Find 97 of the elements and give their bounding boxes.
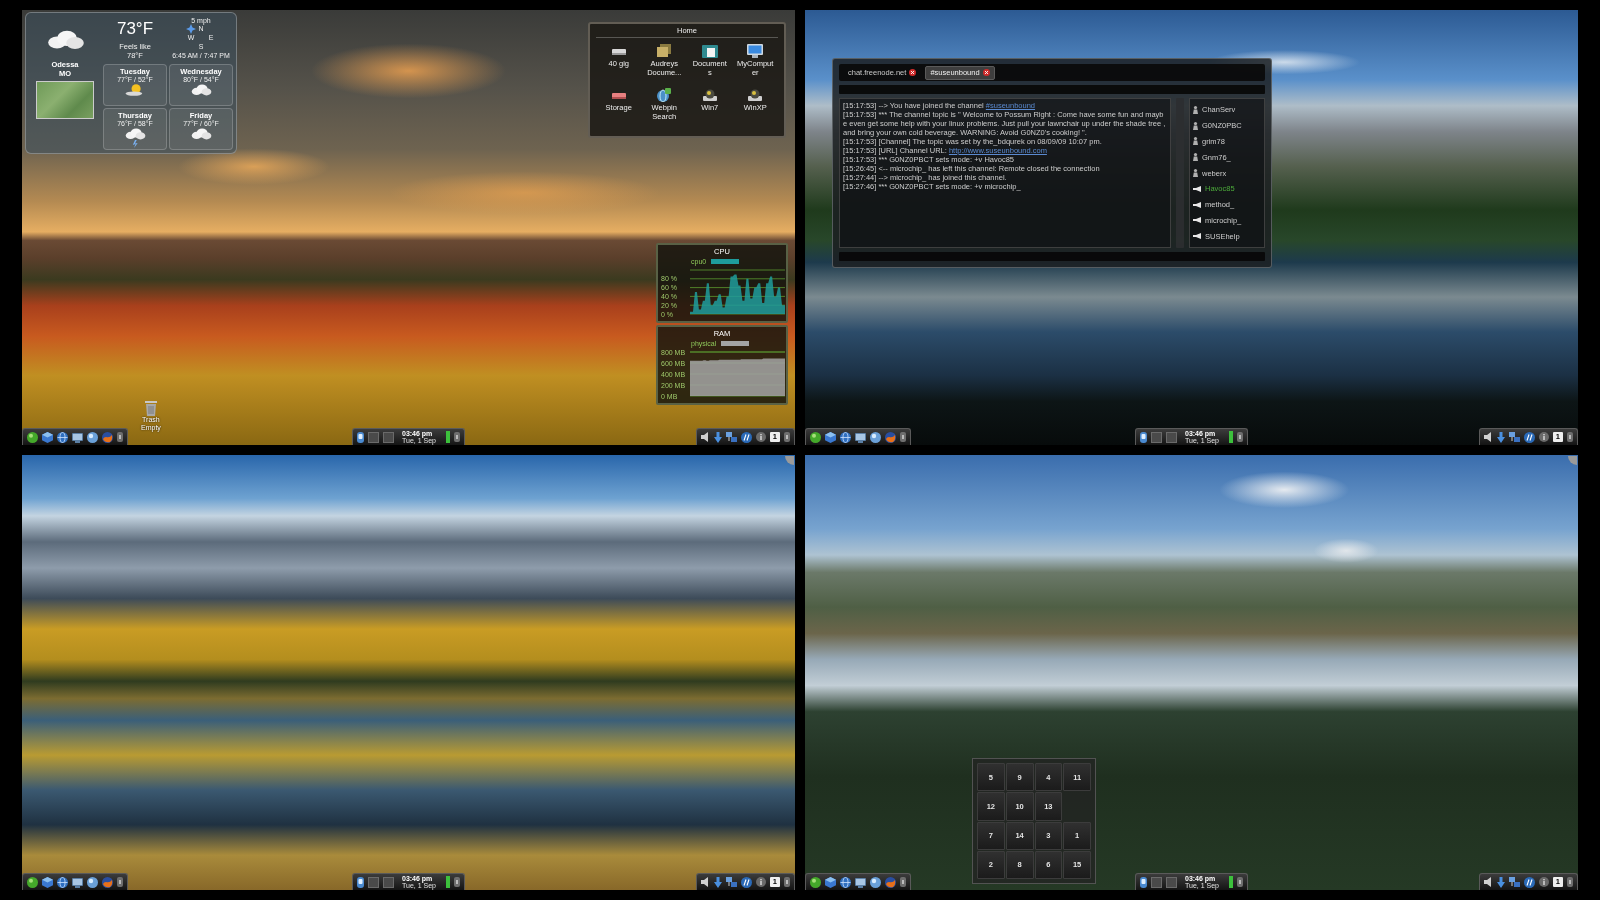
pager-cell[interactable]	[1166, 431, 1177, 443]
legend-swatch-icon	[711, 259, 740, 264]
ball-icon[interactable]	[810, 876, 821, 888]
globe-icon[interactable]	[840, 876, 851, 888]
circle-logo-icon[interactable]	[740, 431, 752, 443]
speaker-icon[interactable]	[700, 432, 710, 442]
drive-icon[interactable]	[747, 88, 764, 102]
megaphone-icon[interactable]	[1193, 233, 1201, 240]
info-icon[interactable]	[1538, 877, 1549, 887]
flame-globe-icon[interactable]	[102, 876, 113, 888]
cube-icon[interactable]	[825, 876, 836, 888]
network-icon[interactable]	[1508, 876, 1520, 888]
panel-handle-icon[interactable]	[454, 877, 460, 887]
panel-handle-icon[interactable]	[1237, 877, 1243, 887]
map-photo	[36, 81, 94, 119]
globe-icon[interactable]	[57, 431, 68, 443]
temperature: 73°F	[116, 19, 154, 39]
lightning-cloud-icon	[124, 128, 146, 148]
wind-direction-icon	[186, 24, 196, 34]
sphere-icon[interactable]	[870, 431, 881, 443]
panel-handle-icon[interactable]	[900, 432, 906, 442]
monitor-icon[interactable]	[72, 431, 83, 443]
speaker-icon[interactable]	[700, 877, 710, 887]
person-icon[interactable]	[1193, 153, 1198, 162]
down-arrow-icon[interactable]	[1496, 876, 1505, 888]
network-icon[interactable]	[725, 876, 737, 888]
flame-globe-icon[interactable]	[885, 431, 896, 443]
circle-logo-icon[interactable]	[1523, 876, 1535, 888]
pager-cell[interactable]	[1166, 876, 1177, 888]
pager-cell[interactable]	[368, 431, 379, 443]
sphere-icon[interactable]	[87, 431, 98, 443]
speaker-icon[interactable]	[1483, 877, 1493, 887]
ball-icon[interactable]	[27, 431, 38, 443]
folder-icon[interactable]	[656, 44, 673, 58]
device-icon[interactable]	[357, 876, 364, 888]
info-icon[interactable]	[755, 877, 766, 887]
ball-icon[interactable]	[27, 876, 38, 888]
info-icon[interactable]	[755, 432, 766, 442]
pager-cell[interactable]	[383, 431, 394, 443]
flame-globe-icon[interactable]	[102, 431, 113, 443]
cube-icon[interactable]	[42, 431, 53, 443]
megaphone-icon[interactable]	[1193, 185, 1201, 192]
person-icon[interactable]	[1193, 169, 1198, 178]
panel-handle-icon[interactable]	[1237, 432, 1243, 442]
panel-handle-icon[interactable]	[1567, 877, 1573, 887]
network-icon[interactable]	[1508, 431, 1520, 443]
scrollbar[interactable]	[1176, 98, 1184, 248]
person-icon[interactable]	[1193, 137, 1198, 146]
person-icon[interactable]	[1193, 105, 1198, 114]
megaphone-icon[interactable]	[1193, 217, 1201, 224]
close-icon[interactable]	[909, 69, 917, 76]
cloud-icon	[45, 30, 85, 50]
panel-handle-icon[interactable]	[117, 877, 123, 887]
down-arrow-icon[interactable]	[713, 876, 722, 888]
folder-icon[interactable]	[701, 44, 718, 58]
pager-cell[interactable]	[1151, 876, 1162, 888]
info-icon[interactable]	[1538, 432, 1549, 442]
cube-icon[interactable]	[42, 876, 53, 888]
drive-icon[interactable]	[701, 88, 718, 102]
pager-cell[interactable]	[368, 876, 379, 888]
globe-icon[interactable]	[57, 876, 68, 888]
legend-swatch-icon	[721, 341, 750, 346]
down-arrow-icon[interactable]	[713, 431, 722, 443]
cloud-icon	[190, 84, 212, 96]
ball-icon[interactable]	[810, 431, 821, 443]
device-icon[interactable]	[1140, 876, 1147, 888]
monitor-icon[interactable]	[855, 431, 866, 443]
close-icon[interactable]	[982, 69, 990, 76]
device-icon[interactable]	[357, 431, 364, 443]
pager-cell[interactable]	[383, 876, 394, 888]
sphere-icon[interactable]	[87, 876, 98, 888]
globe-icon[interactable]	[840, 431, 851, 443]
message-input[interactable]	[839, 252, 1265, 261]
circle-logo-icon[interactable]	[740, 876, 752, 888]
network-icon[interactable]	[725, 431, 737, 443]
speaker-icon[interactable]	[1483, 432, 1493, 442]
cube-icon[interactable]	[825, 431, 836, 443]
monitor-icon[interactable]	[747, 44, 764, 58]
down-arrow-icon[interactable]	[1496, 431, 1505, 443]
circle-logo-icon[interactable]	[1523, 431, 1535, 443]
topic-field[interactable]	[839, 85, 1265, 94]
globe-icon[interactable]	[656, 88, 673, 102]
person-icon[interactable]	[1193, 121, 1198, 130]
panel-handle-icon[interactable]	[784, 877, 790, 887]
monitor-icon[interactable]	[855, 876, 866, 888]
sphere-icon[interactable]	[870, 876, 881, 888]
megaphone-icon[interactable]	[1193, 201, 1201, 208]
flame-globe-icon[interactable]	[885, 876, 896, 888]
panel-handle-icon[interactable]	[784, 432, 790, 442]
panel-handle-icon[interactable]	[900, 877, 906, 887]
monitor-icon[interactable]	[72, 876, 83, 888]
device-icon[interactable]	[1140, 431, 1147, 443]
panel-handle-icon[interactable]	[117, 432, 123, 442]
panel-handle-icon[interactable]	[1567, 432, 1573, 442]
cloud-icon	[190, 128, 212, 140]
panel-handle-icon[interactable]	[454, 432, 460, 442]
pager-cell[interactable]	[1151, 431, 1162, 443]
